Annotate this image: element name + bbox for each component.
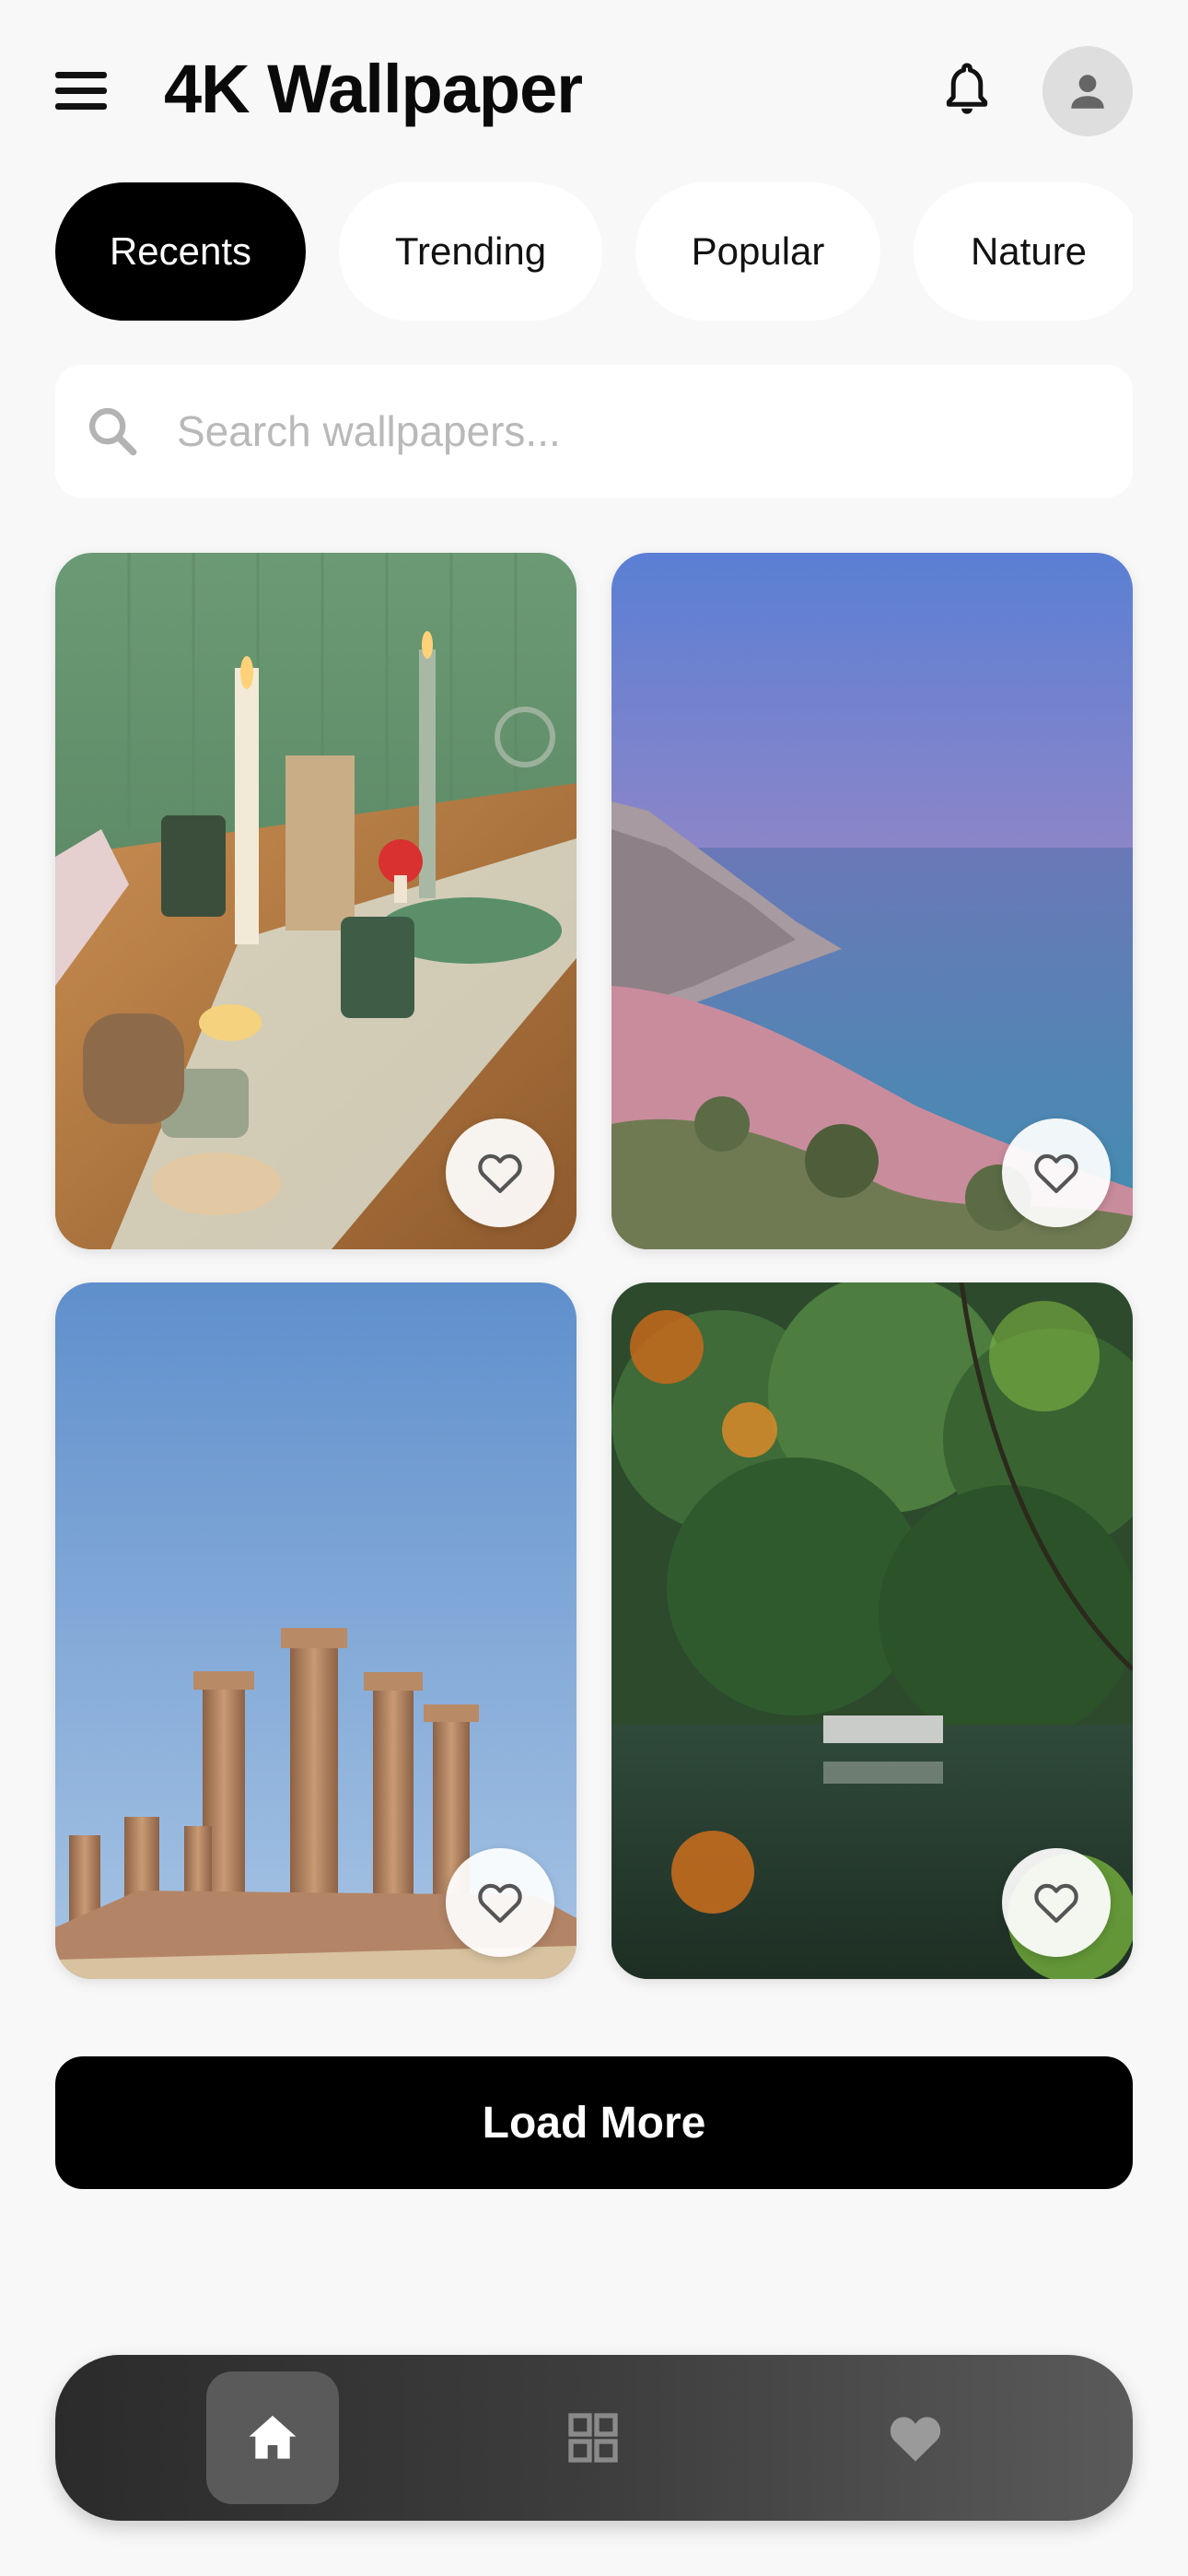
search-bar [55,365,1133,498]
favorite-button[interactable] [446,1848,554,1957]
heart-outline-icon [1034,1883,1078,1923]
app-screen: 4K Wallpaper Recents Trending Popular Na… [0,0,1188,2576]
load-more-button[interactable]: Load More [55,2056,1133,2189]
menu-icon-bar [55,102,107,110]
grid-icon [568,2413,618,2463]
favorite-button[interactable] [446,1118,554,1227]
nav-home[interactable] [206,2371,339,2504]
heart-outline-icon [478,1153,522,1193]
category-chips: Recents Trending Popular Nature [55,182,1133,322]
chip-recents[interactable]: Recents [55,182,306,321]
app-title: 4K Wallpaper [164,51,583,127]
bottom-nav-bar [55,2355,1133,2521]
wallpaper-card[interactable] [611,1282,1133,1979]
heart-icon [890,2417,941,2462]
heart-outline-icon [1034,1153,1078,1193]
search-input[interactable] [177,392,1098,470]
chip-nature[interactable]: Nature [914,182,1133,321]
chip-trending[interactable]: Trending [339,182,602,321]
notifications-button[interactable] [932,55,1002,125]
wallpaper-card[interactable] [611,553,1133,1249]
wallpaper-card[interactable] [55,1282,577,1979]
app-header: 4K Wallpaper [0,0,1188,184]
favorite-button[interactable] [1002,1118,1111,1227]
menu-icon-bar [55,87,107,94]
chip-popular[interactable]: Popular [635,182,880,321]
profile-avatar[interactable] [1042,46,1133,136]
home-icon [249,2416,297,2459]
menu-icon-bar [55,71,107,78]
menu-button[interactable] [55,64,122,116]
favorite-button[interactable] [1002,1848,1111,1957]
nav-favorites[interactable] [849,2371,982,2504]
wallpaper-card[interactable] [55,553,577,1249]
search-icon [88,407,137,456]
person-icon [1071,75,1104,109]
nav-categories[interactable] [527,2371,659,2504]
heart-outline-icon [478,1883,522,1923]
bell-icon [946,63,988,114]
